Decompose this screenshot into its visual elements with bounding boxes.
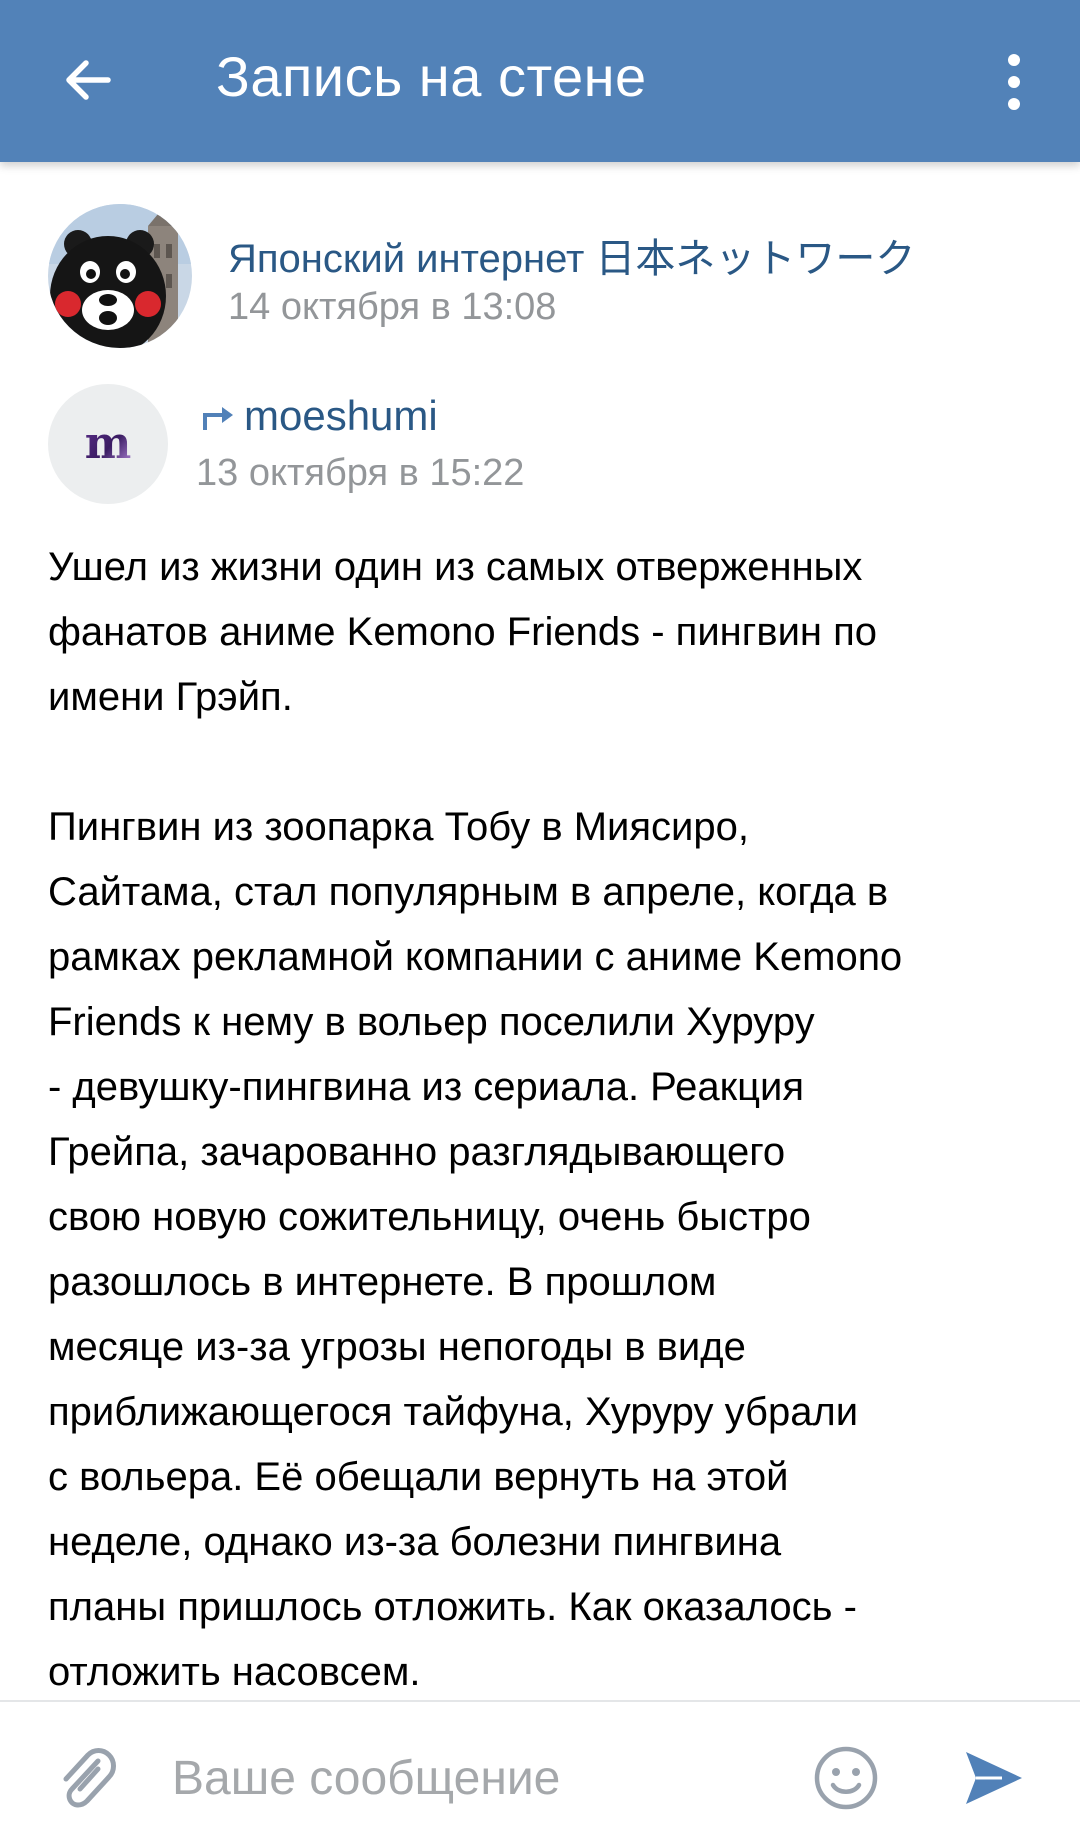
post-author-name[interactable]: Японский интернет 日本ネットワーク [228, 226, 928, 284]
more-options-button[interactable] [982, 46, 1046, 118]
post-text-line: Friends к нему в вольер поселили Хуруру [48, 1000, 815, 1044]
send-icon [966, 1752, 1022, 1804]
post-text-line: фанатов аниме Kemono Friends - пингвин п… [48, 610, 878, 654]
post-text-line: неделе, однако из-за болезни пингвина [48, 1520, 782, 1564]
svg-text:m: m [85, 422, 132, 466]
attach-button[interactable] [46, 1738, 126, 1818]
post-text-line: Сайтама, стал популярным в апреле, когда… [48, 870, 889, 914]
repost-date[interactable]: 13 октября в 15:22 [196, 452, 524, 495]
post-text-line: разошлось в интернете. В прошлом [48, 1260, 717, 1304]
arrow-left-icon [66, 60, 111, 100]
message-input[interactable] [172, 1738, 772, 1818]
post-text-line: - девушку-пингвина из сериала. Реакция [48, 1065, 804, 1109]
repost-author-name[interactable]: moeshumi [244, 392, 438, 440]
post-date[interactable]: 14 октября в 13:08 [228, 286, 556, 329]
emoji-button[interactable] [806, 1738, 886, 1818]
top-app-bar: Запись на стене [0, 0, 1080, 162]
post-text-line: месяце из-за угрозы непогоды в виде [48, 1325, 746, 1369]
post-text-line: планы пришлось отложить. Как оказалось - [48, 1585, 857, 1629]
page-title: Запись на стене [216, 45, 647, 108]
post-text-line: Пингвин из зоопарка Тобу в Миясиро, [48, 805, 749, 849]
paperclip-icon [63, 1748, 116, 1808]
kumamon-avatar [48, 204, 192, 348]
repost-arrow-icon [203, 407, 233, 430]
post-text-line: приближающегося тайфуна, Хуруру убрали [48, 1390, 859, 1434]
post-text-line: с вольера. Её обещали вернуть на этой [48, 1455, 789, 1499]
smiley-icon [814, 1746, 878, 1810]
send-button[interactable] [952, 1736, 1036, 1820]
post-text: Ушел из жизни один из самых отверженных … [48, 535, 1038, 1705]
post-text-line: имени Грэйп. [48, 675, 293, 719]
moeshumi-logo: m [85, 422, 132, 466]
post-text-line: отложить насовсем. [48, 1650, 421, 1694]
group-avatar[interactable] [48, 204, 192, 348]
more-vertical-icon [1008, 54, 1020, 110]
post-text-line: Ушел из жизни один из самых отверженных [48, 545, 863, 589]
repost-avatar[interactable]: m [48, 384, 168, 504]
post-text-line: свою новую сожительницу, очень быстро [48, 1195, 811, 1239]
post-text-line: рамках рекламной компании с аниме Kemono [48, 935, 903, 979]
post-text-line: Грейпа, зачарованно разглядывающего [48, 1130, 786, 1174]
message-composer [0, 1700, 1080, 1847]
back-button[interactable] [48, 40, 128, 120]
